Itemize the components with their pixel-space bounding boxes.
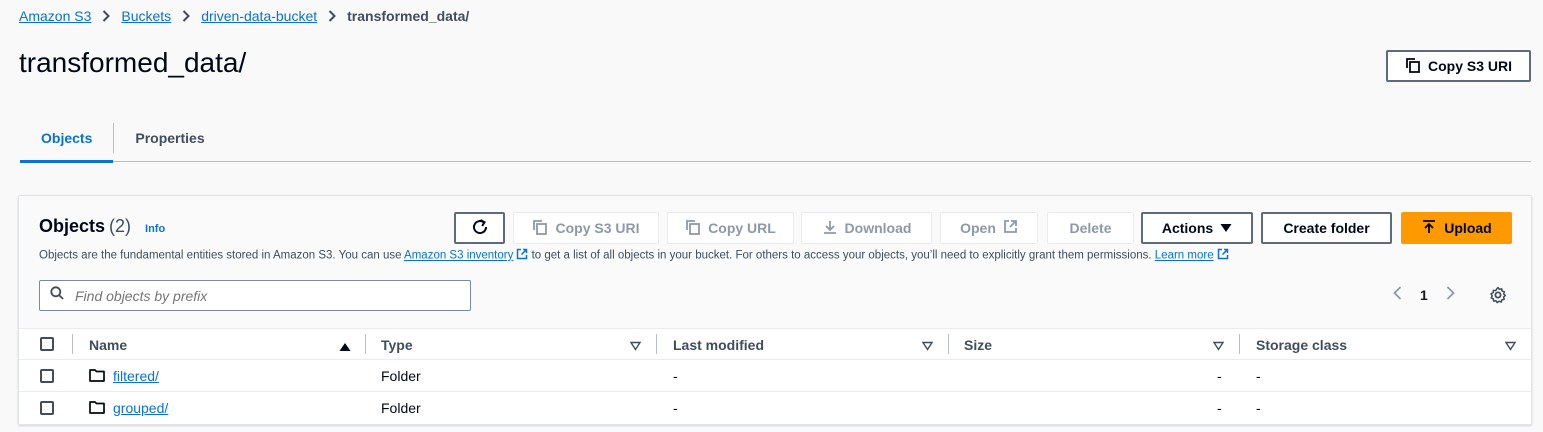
column-header-storage-class[interactable]: Storage class (1256, 329, 1347, 360)
breadcrumb-bucket[interactable]: driven-data-bucket (201, 8, 317, 24)
select-all-checkbox[interactable] (40, 337, 54, 351)
objects-title: Objects (39, 216, 106, 236)
column-header-size[interactable]: Size (964, 329, 992, 360)
search-icon (50, 286, 64, 305)
column-divider (72, 334, 73, 354)
settings-gear-icon[interactable] (1489, 286, 1507, 309)
sort-icon[interactable] (1212, 338, 1225, 356)
page-title: transformed_data/ (19, 47, 247, 78)
breadcrumb-buckets[interactable]: Buckets (121, 8, 171, 24)
sort-icon[interactable] (921, 338, 934, 356)
download-button[interactable]: Download (801, 212, 932, 244)
folder-icon (89, 400, 105, 417)
copy-icon (532, 219, 548, 238)
objects-description-text: Objects are the fundamental entities sto… (39, 249, 402, 262)
last-modified-cell: - (673, 368, 678, 384)
column-header-last-modified[interactable]: Last modified (673, 329, 764, 360)
table-header: Name Type Last modified Size Storage cla… (19, 329, 1531, 360)
external-link-icon (1003, 219, 1018, 237)
create-folder-label: Create folder (1283, 220, 1370, 236)
external-link-icon (516, 248, 528, 263)
external-link-icon (1217, 248, 1229, 263)
table-row[interactable]: filtered/ Folder - - - (19, 360, 1531, 392)
inventory-link[interactable]: Amazon S3 inventory (404, 250, 513, 262)
actions-label: Actions (1161, 220, 1214, 236)
prev-page-icon[interactable] (1393, 286, 1402, 303)
create-folder-button[interactable]: Create folder (1261, 212, 1392, 244)
current-page[interactable]: 1 (1420, 287, 1428, 303)
next-page-icon[interactable] (1446, 286, 1455, 303)
objects-panel: Objects (2) Info Copy S3 URI Copy URL Do… (18, 195, 1532, 425)
copy-s3-uri-button[interactable]: Copy S3 URI (513, 212, 659, 244)
objects-description: Objects are the fundamental entities sto… (39, 248, 1229, 263)
folder-link[interactable]: grouped/ (113, 400, 168, 416)
storage-class-cell: - (1256, 400, 1261, 416)
tab-bar: Objects Properties (20, 114, 1531, 163)
name-cell: grouped/ (89, 392, 168, 424)
objects-heading: Objects (2) Info (39, 216, 165, 237)
column-divider (365, 334, 366, 354)
caret-down-icon (1220, 220, 1232, 236)
open-button[interactable]: Open (940, 212, 1038, 244)
objects-count: (2) (109, 216, 132, 236)
copy-s3-uri-label: Copy S3 URI (1427, 58, 1512, 74)
column-divider (1239, 334, 1240, 354)
type-cell: Folder (381, 368, 421, 384)
delete-button[interactable]: Delete (1047, 212, 1134, 244)
pagination: 1 (1393, 286, 1455, 303)
copy-s3-uri-button-label: Copy S3 URI (555, 220, 640, 236)
column-divider (656, 334, 657, 354)
copy-icon (685, 219, 701, 238)
copy-s3-uri-header-button[interactable]: Copy S3 URI (1386, 50, 1531, 82)
chevron-right-icon (102, 10, 111, 22)
download-label: Download (844, 220, 912, 236)
type-cell: Folder (381, 400, 421, 416)
copy-icon (1405, 57, 1421, 76)
sort-icon[interactable] (629, 338, 642, 356)
breadcrumb-current: transformed_data/ (347, 8, 470, 24)
upload-label: Upload (1444, 220, 1492, 236)
tab-objects[interactable]: Objects (20, 114, 114, 163)
open-label: Open (960, 220, 996, 236)
folder-icon (89, 368, 105, 385)
copy-url-label: Copy URL (708, 220, 776, 236)
delete-label: Delete (1069, 220, 1112, 236)
search-field[interactable] (39, 280, 471, 311)
info-link[interactable]: Info (145, 223, 165, 235)
name-cell: filtered/ (89, 360, 159, 392)
sort-icon[interactable] (1504, 338, 1517, 356)
table-row[interactable]: grouped/ Folder - - - (19, 392, 1531, 424)
column-divider (948, 334, 949, 354)
chevron-right-icon (328, 10, 337, 22)
refresh-button[interactable] (454, 212, 505, 244)
chevron-right-icon (182, 10, 191, 22)
size-cell: - (1217, 400, 1222, 416)
download-icon (822, 219, 838, 238)
storage-class-cell: - (1256, 368, 1261, 384)
folder-link[interactable]: filtered/ (113, 368, 159, 384)
row-checkbox[interactable] (40, 369, 54, 383)
actions-dropdown-button[interactable]: Actions (1141, 212, 1253, 244)
last-modified-cell: - (673, 400, 678, 416)
size-cell: - (1217, 368, 1222, 384)
search-input[interactable] (73, 286, 443, 305)
refresh-icon (471, 218, 489, 239)
column-header-type[interactable]: Type (381, 329, 413, 360)
breadcrumb: Amazon S3 Buckets driven-data-bucket tra… (19, 6, 469, 26)
upload-icon (1421, 219, 1437, 238)
learn-more-link[interactable]: Learn more (1155, 250, 1214, 262)
objects-description-text-2: to get a list of all objects in your buc… (531, 249, 1152, 262)
copy-url-button[interactable]: Copy URL (667, 212, 794, 244)
objects-panel-header: Objects (2) Info Copy S3 URI Copy URL Do… (19, 196, 1531, 329)
tab-properties[interactable]: Properties (114, 114, 225, 161)
row-checkbox[interactable] (40, 401, 54, 415)
upload-button[interactable]: Upload (1401, 212, 1512, 244)
column-header-name[interactable]: Name (89, 329, 127, 360)
breadcrumb-amazon-s3[interactable]: Amazon S3 (19, 8, 91, 24)
sort-ascending-icon[interactable] (339, 339, 351, 357)
